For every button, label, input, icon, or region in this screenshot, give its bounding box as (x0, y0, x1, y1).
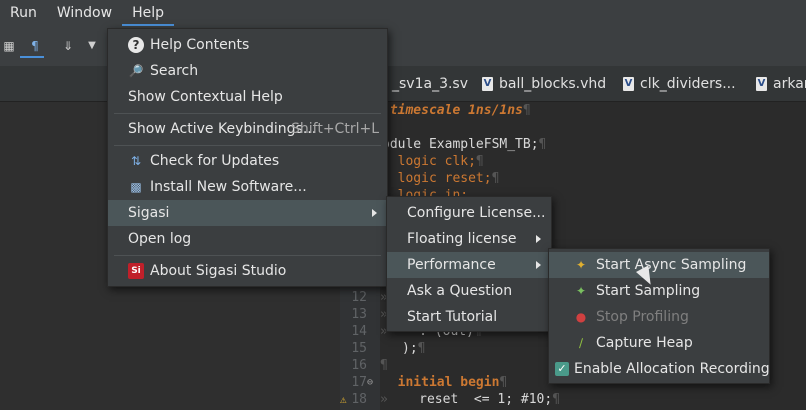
code-line: );¶ (402, 341, 426, 356)
menu-item-capture-heap[interactable]: ∕ Capture Heap (549, 330, 769, 356)
code-line: logic clk;¶ (382, 154, 484, 169)
menu-item-keybindings[interactable]: Show Active Keybindings... Shift+Ctrl+L (108, 116, 387, 142)
show-whitespace-icon[interactable]: ¶ (27, 38, 43, 54)
code-line: odule ExampleFSM_TB;¶ (382, 137, 547, 152)
code-line: ¶ (380, 358, 388, 373)
menu-item-open-log[interactable]: Open log (108, 226, 387, 252)
stop-profiling-icon: ● (575, 310, 587, 324)
code-line: initial begin¶ (382, 375, 508, 390)
code-line: » reset <= 1; #10;¶ (380, 392, 561, 407)
code-line: logic reset;¶ (382, 171, 500, 186)
menu-window[interactable]: Window (47, 0, 122, 26)
menu-item-help-contents[interactable]: ? Help Contents (108, 32, 387, 58)
block-selection-icon[interactable]: ▦ (1, 38, 17, 54)
tab-sv-file[interactable]: _sv1a_3.sv (392, 74, 468, 94)
tab-arkan[interactable]: V arkan (756, 74, 806, 94)
vhdl-file-icon: V (482, 77, 493, 91)
menu-item-configure-license[interactable]: Configure License... (387, 200, 551, 226)
tab-ball-blocks[interactable]: V ball_blocks.vhd (482, 74, 606, 94)
tab-clk-dividers[interactable]: V clk_dividers... (623, 74, 736, 94)
menu-item-ask-question[interactable]: Ask a Question (387, 278, 551, 304)
submenu-arrow-icon (372, 209, 377, 217)
menu-item-search[interactable]: 🔎 Search (108, 58, 387, 84)
menu-item-floating-license[interactable]: Floating license (387, 226, 551, 252)
line-number: 14 (351, 324, 367, 339)
menu-item-install-software[interactable]: ▩ Install New Software... (108, 174, 387, 200)
menu-item-start-sampling[interactable]: ✦ Start Sampling (549, 278, 769, 304)
menu-separator (114, 145, 381, 146)
tab-label: _sv1a_3.sv (392, 76, 469, 92)
shortcut-label: Shift+Ctrl+L (291, 121, 379, 137)
menu-separator (114, 113, 381, 114)
performance-submenu: ✦ Start Async Sampling ✦ Start Sampling … (548, 248, 770, 384)
menu-item-performance[interactable]: Performance (387, 252, 551, 278)
vhdl-file-icon: V (756, 77, 767, 91)
menu-item-contextual-help[interactable]: Show Contextual Help (108, 84, 387, 110)
line-number: 13 (351, 307, 367, 322)
chevron-down-icon[interactable]: ▼ (84, 38, 100, 54)
sigasi-logo-icon: Si (128, 263, 144, 279)
sampling-icon: ✦ (575, 284, 587, 298)
menu-item-sigasi[interactable]: Sigasi (108, 200, 387, 226)
line-number: 12 (351, 290, 367, 305)
menu-item-stop-profiling[interactable]: ● Stop Profiling (549, 304, 769, 330)
help-menu: ? Help Contents 🔎 Search Show Contextual… (107, 28, 388, 287)
checkbox-checked-icon[interactable]: ✓ (555, 362, 569, 376)
menu-separator (114, 255, 381, 256)
menu-item-enable-allocation-recording[interactable]: ✓ Enable Allocation Recording (549, 356, 770, 382)
annotation-nav-icon[interactable]: ⇓ (60, 38, 76, 54)
search-icon: 🔎 (128, 64, 144, 78)
fold-toggle-icon[interactable]: ⊖ (367, 374, 373, 391)
sigasi-submenu: Configure License... Floating license Pe… (386, 196, 552, 332)
vhdl-file-icon: V (623, 77, 634, 91)
line-number: 15 (351, 341, 367, 356)
warning-icon[interactable]: ⚠ (340, 391, 347, 408)
capture-heap-icon: ∕ (578, 336, 584, 350)
line-number: 17 (351, 375, 367, 390)
tab-label: ball_blocks.vhd (499, 76, 607, 92)
menu-bar: Run Window Help (0, 0, 806, 26)
menu-item-start-tutorial[interactable]: Start Tutorial (387, 304, 551, 330)
tab-label: clk_dividers... (640, 76, 736, 92)
menu-help[interactable]: Help (122, 0, 174, 26)
async-sampling-icon: ✦ (575, 258, 587, 272)
install-icon: ▩ (130, 180, 142, 194)
toggle-indicator (20, 56, 44, 58)
tab-label: arkan (773, 76, 806, 92)
help-icon: ? (128, 37, 144, 53)
submenu-arrow-icon (536, 235, 541, 243)
menu-item-about-sigasi[interactable]: Si About Sigasi Studio (108, 258, 387, 284)
menu-item-start-async-sampling[interactable]: ✦ Start Async Sampling (549, 252, 769, 278)
menu-item-check-updates[interactable]: ⇅ Check for Updates (108, 148, 387, 174)
update-icon: ⇅ (130, 154, 142, 168)
code-line: `timescale 1ns/1ns¶ (382, 103, 531, 118)
submenu-arrow-icon (536, 261, 541, 269)
line-number: 16 (351, 358, 367, 373)
menu-run[interactable]: Run (0, 0, 47, 26)
